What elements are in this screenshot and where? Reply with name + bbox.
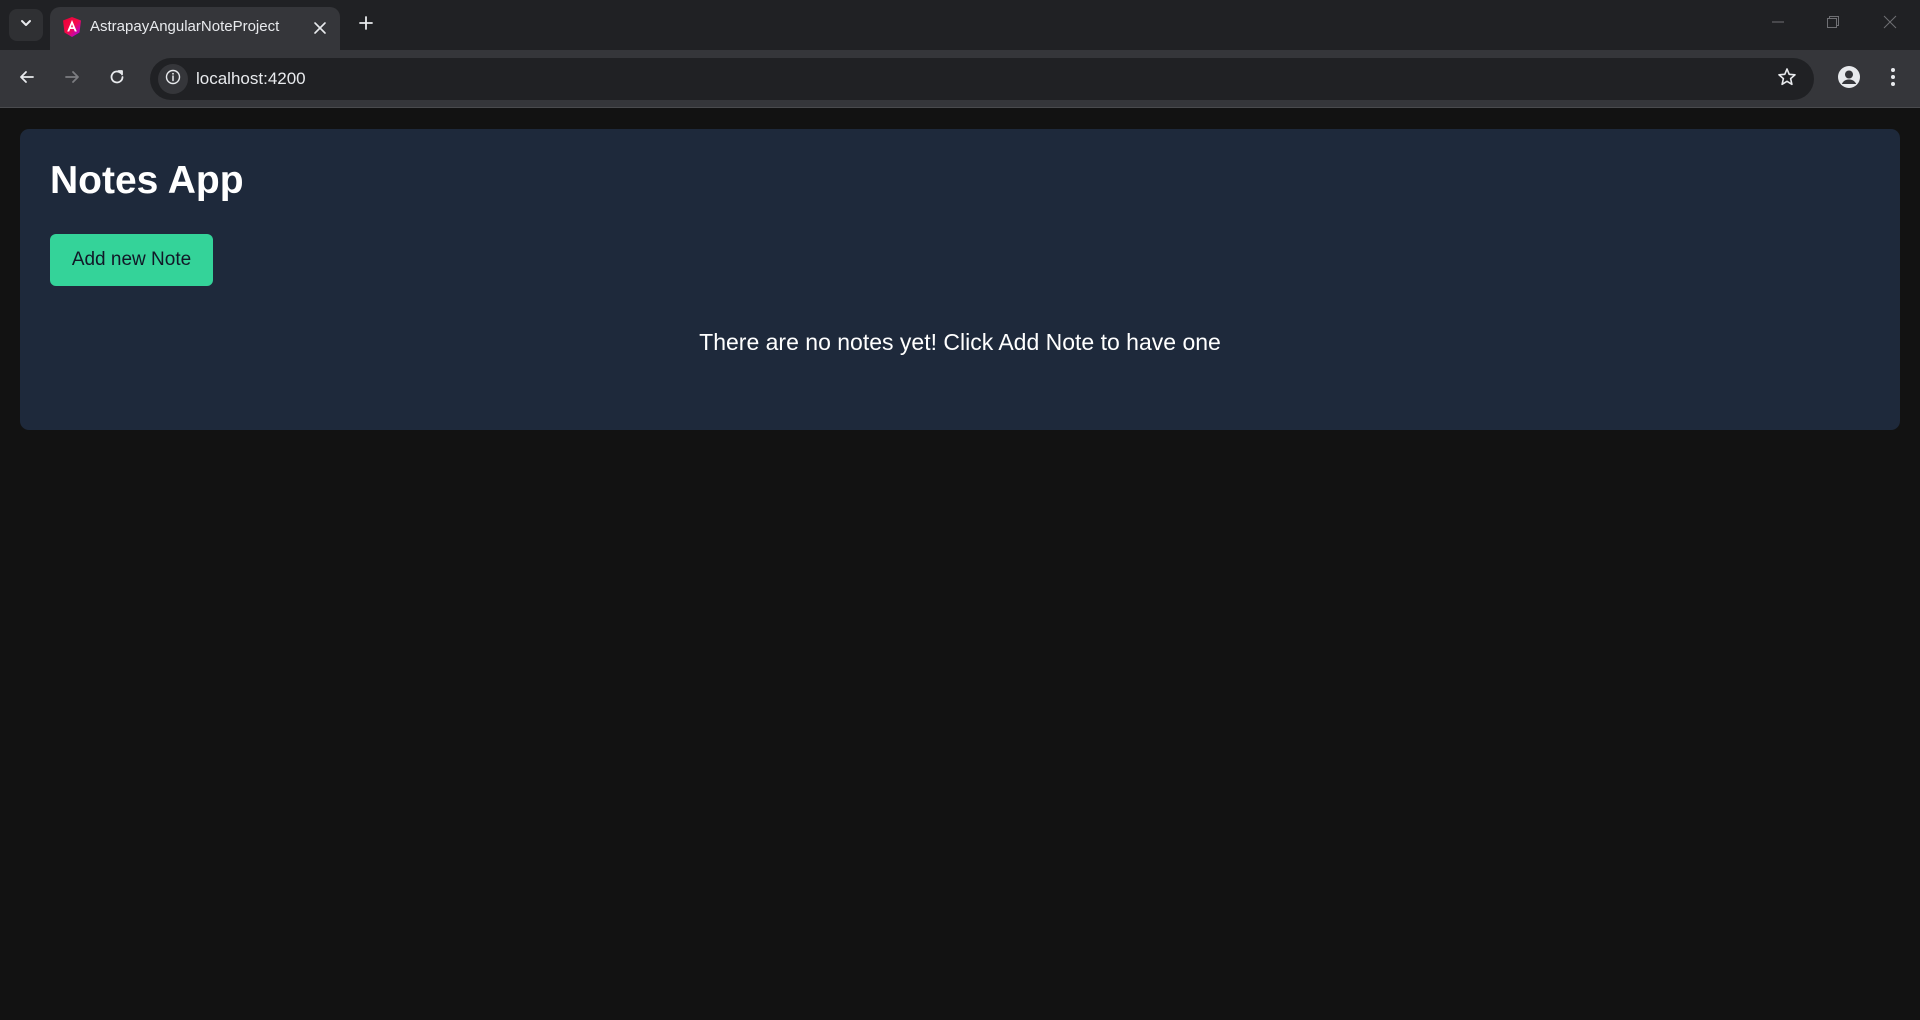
arrow-right-icon [63,68,81,91]
arrow-left-icon [18,68,36,91]
person-icon [1837,65,1861,94]
reload-icon [108,68,126,91]
bookmark-button[interactable] [1774,66,1800,92]
chevron-down-icon [18,15,34,36]
page-viewport: Notes App Add new Note There are no note… [0,109,1920,1020]
browser-tab-strip: AstrapayAngularNoteProject [0,0,1920,50]
new-tab-button[interactable] [352,11,380,39]
page-title: Notes App [50,159,244,202]
site-info-button[interactable] [158,64,188,94]
restore-button[interactable] [1813,8,1853,40]
forward-button[interactable] [55,62,89,96]
plus-icon [358,15,374,36]
notes-app-container: Notes App Add new Note There are no note… [20,129,1900,430]
back-button[interactable] [10,62,44,96]
close-icon[interactable] [308,16,332,40]
profile-button[interactable] [1832,62,1866,96]
reload-button[interactable] [100,62,134,96]
angular-logo-icon [62,16,82,38]
address-bar[interactable]: localhost:4200 [150,58,1814,100]
close-icon [1883,15,1897,34]
minimize-button[interactable] [1758,8,1798,40]
close-window-button[interactable] [1870,8,1910,40]
browser-toolbar: localhost:4200 [0,50,1920,108]
info-icon [165,69,181,90]
add-new-note-button[interactable]: Add new Note [50,234,213,286]
kebab-menu-icon [1890,67,1896,92]
restore-icon [1826,15,1840,34]
tab-title: AstrapayAngularNoteProject [90,18,280,35]
browser-tab[interactable]: AstrapayAngularNoteProject [50,7,340,50]
minimize-icon [1771,15,1785,34]
url-text[interactable]: localhost:4200 [196,69,306,89]
star-icon [1777,67,1797,92]
empty-state-message: There are no notes yet! Click Add Note t… [699,329,1221,355]
browser-menu-button[interactable] [1876,62,1910,96]
tab-search-button[interactable] [9,9,43,41]
